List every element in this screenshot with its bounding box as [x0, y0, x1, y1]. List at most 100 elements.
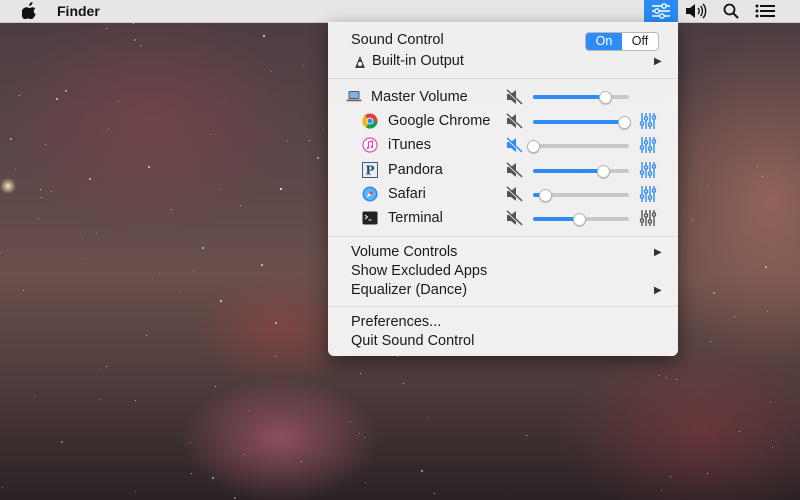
slider-knob[interactable]: [597, 165, 611, 178]
menu-item-equalizer[interactable]: Equalizer (Dance) ▶: [328, 282, 678, 302]
menu-item-volume-controls[interactable]: Volume Controls ▶: [328, 243, 678, 263]
star: [56, 98, 58, 100]
equalizer-icon[interactable]: [639, 185, 657, 203]
equalizer-icon[interactable]: [639, 112, 657, 130]
svg-text:P: P: [365, 164, 374, 178]
star: [692, 219, 693, 220]
star: [180, 291, 181, 292]
app-volume-slider[interactable]: [533, 165, 629, 178]
star: [676, 379, 677, 380]
app-volume-slider[interactable]: [527, 140, 629, 153]
output-device-item[interactable]: Built-in Output: [350, 53, 680, 71]
star: [210, 134, 211, 135]
app-volume-row: Terminal: [328, 207, 678, 229]
sound-control-menubar-button[interactable]: [644, 0, 678, 22]
submenu-arrow-icon: ▶: [654, 247, 662, 258]
search-icon[interactable]: [719, 0, 743, 22]
star: [309, 140, 310, 141]
star: [428, 417, 429, 418]
star: [220, 300, 222, 302]
menu-item-preferences[interactable]: Preferences...: [328, 314, 678, 334]
star: [767, 311, 768, 312]
slider-knob[interactable]: [538, 189, 552, 202]
star: [133, 23, 134, 24]
star: [275, 356, 276, 357]
star: [275, 322, 277, 324]
master-volume-label: Master Volume: [371, 89, 468, 105]
output-device-label: Built-in Output: [372, 53, 464, 69]
mute-icon[interactable]: [506, 162, 524, 179]
master-volume-slider[interactable]: [533, 91, 629, 104]
slider-knob[interactable]: [618, 116, 632, 129]
app-volume-slider[interactable]: [533, 116, 632, 129]
star: [234, 497, 236, 499]
volume-icon[interactable]: [683, 0, 711, 22]
star: [171, 209, 172, 210]
apple-icon[interactable]: [21, 2, 37, 24]
list-icon[interactable]: [752, 0, 778, 22]
slider-knob[interactable]: [527, 140, 540, 153]
star: [403, 383, 404, 384]
star: [243, 454, 244, 455]
star: [350, 421, 351, 422]
mute-icon[interactable]: [506, 113, 524, 130]
quit-label: Quit Sound Control: [351, 333, 475, 349]
star: [707, 473, 708, 474]
mute-icon-glyph: [506, 89, 523, 106]
app-name[interactable]: Finder: [57, 3, 100, 19]
equalizer-icon[interactable]: [639, 161, 657, 179]
star: [710, 341, 711, 342]
star: [135, 400, 136, 401]
slider-fill: [533, 95, 605, 99]
equalizer-icon[interactable]: [639, 136, 657, 154]
star: [51, 191, 52, 192]
separator: [328, 236, 678, 237]
menu-item-quit[interactable]: Quit Sound Control: [328, 333, 678, 353]
submenu-arrow-icon: ▶: [654, 285, 662, 296]
app-name-label: Safari: [388, 186, 426, 202]
star: [303, 65, 304, 66]
star: [159, 273, 160, 274]
app-volume-slider[interactable]: [533, 189, 629, 202]
mute-icon[interactable]: [506, 137, 524, 154]
star: [108, 128, 109, 129]
star: [708, 185, 709, 186]
star: [421, 470, 423, 472]
star: [0, 253, 1, 254]
toggle-on[interactable]: On: [586, 33, 622, 50]
mute-icon[interactable]: [506, 210, 524, 227]
star: [15, 169, 16, 170]
menu-bar: Finder: [0, 0, 800, 23]
toggle-off[interactable]: Off: [622, 33, 658, 50]
app-volume-slider[interactable]: [533, 213, 629, 226]
star: [359, 433, 360, 434]
menu-item-show-excluded-apps[interactable]: Show Excluded Apps: [328, 263, 678, 283]
slider-knob[interactable]: [599, 91, 612, 104]
star: [670, 476, 671, 477]
star: [65, 90, 67, 92]
star: [140, 45, 141, 46]
safari-icon: [362, 186, 378, 202]
separator: [328, 78, 678, 79]
star: [19, 95, 20, 96]
slider-knob[interactable]: [573, 213, 587, 226]
mute-icon[interactable]: [506, 89, 524, 106]
star: [220, 189, 221, 190]
star: [757, 166, 758, 167]
star: [2, 487, 3, 488]
sound-control-menu: Sound Control On Off Built-in Output ▶ M…: [328, 22, 678, 356]
star: [85, 258, 86, 259]
star: [191, 473, 192, 474]
star: [739, 431, 740, 432]
on-off-toggle[interactable]: On Off: [585, 32, 659, 51]
star: [397, 356, 398, 357]
star: [263, 35, 265, 37]
speaker-device-icon: [352, 54, 368, 70]
equalizer-icon[interactable]: [639, 209, 657, 227]
star: [23, 290, 24, 291]
star: [202, 247, 204, 249]
terminal-icon: [362, 210, 378, 226]
chrome-icon: [362, 113, 378, 129]
star: [82, 237, 83, 238]
mute-icon[interactable]: [506, 186, 524, 203]
